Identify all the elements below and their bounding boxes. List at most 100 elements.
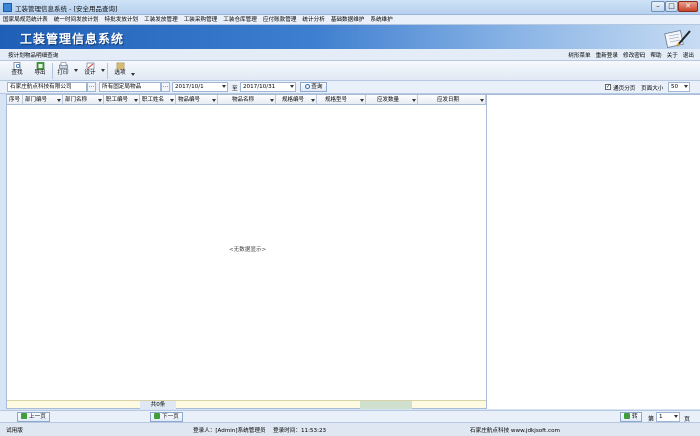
menu-item-special-plan[interactable]: 特批发放计划 — [102, 15, 142, 25]
menu-item-payables-mgmt[interactable]: 应付账款管理 — [260, 15, 300, 25]
filter-dropdown-icon[interactable] — [360, 99, 364, 102]
link-change-password[interactable]: 修改密码 — [623, 53, 645, 59]
menu-item-issue-mgmt[interactable]: 工装发放管理 — [141, 15, 181, 25]
col-header-spec-model[interactable]: 规格型号 — [317, 95, 366, 105]
paging-label: 通页分页 — [613, 86, 636, 92]
go-icon — [624, 413, 630, 419]
next-page-button[interactable]: 下一页 — [150, 412, 183, 422]
menu-item-system[interactable]: 系统维护 — [367, 15, 395, 25]
total-count: 共0条 — [140, 401, 176, 409]
status-login-time: 登录时间：11:53:23 — [273, 428, 327, 434]
col-header-emp-code[interactable]: 职工编号 — [104, 95, 140, 105]
page-size-select[interactable]: 50 — [668, 82, 690, 92]
page-size-dropdown-icon[interactable] — [684, 85, 688, 88]
filter-dropdown-icon[interactable] — [212, 99, 216, 102]
filter-dropdown-icon[interactable] — [170, 99, 174, 102]
printer-icon — [58, 62, 68, 69]
filter-dropdown-icon[interactable] — [57, 99, 61, 102]
page-title: 按计划物品明细查询 — [8, 53, 59, 59]
col-header-qty[interactable]: 应发数量 — [366, 95, 418, 105]
filter-dropdown-icon[interactable] — [412, 99, 416, 102]
options-icon — [116, 62, 124, 70]
link-help[interactable]: 帮助 — [650, 53, 661, 59]
find-button[interactable]: 查找 — [10, 62, 24, 80]
status-edition: 试用版 — [6, 428, 23, 434]
maximize-button[interactable]: □ — [665, 1, 678, 12]
items-field[interactable]: 所有固定局物品 — [99, 82, 161, 92]
window-title-bar: 工装管理信息系统 - [安全用品查询] – □ ✕ — [0, 0, 700, 15]
col-header-dept-name[interactable]: 部门名称 — [63, 95, 104, 105]
link-relogin[interactable]: 重新登录 — [596, 53, 618, 59]
summary-cell — [360, 401, 412, 409]
toolbar-divider — [107, 63, 108, 79]
filter-dropdown-icon[interactable] — [311, 99, 315, 102]
filter-dropdown-icon[interactable] — [98, 99, 102, 102]
design-icon — [86, 62, 94, 70]
export-icon — [36, 62, 44, 70]
link-about[interactable]: 关于 — [667, 53, 678, 59]
col-header-seq[interactable]: 序号 — [7, 95, 23, 105]
paging-checkbox[interactable]: ✓ — [605, 84, 611, 90]
prev-page-button[interactable]: 上一页 — [17, 412, 50, 422]
company-picker-button[interactable]: … — [87, 82, 96, 92]
window-title: 工装管理信息系统 - [安全用品查询] — [15, 5, 118, 13]
design-dropdown-icon[interactable] — [101, 69, 105, 72]
date-to-dropdown-icon[interactable] — [290, 85, 294, 88]
date-to-label: 至 — [232, 86, 238, 92]
col-header-item-name[interactable]: 物品名称 — [218, 95, 276, 105]
empty-placeholder: <无数据显示> — [229, 247, 267, 253]
menu-bar: 国家局规范统计表 统一时间发放计划 特批发放计划 工装发放管理 工装采购管理 工装仓库管理… — [0, 15, 700, 25]
page-number-input[interactable]: 1 — [656, 412, 680, 422]
date-from-field[interactable]: 2017/10/1 — [172, 82, 228, 92]
menu-item-national-report[interactable]: 国家局规范统计表 — [0, 15, 51, 25]
filter-dropdown-icon[interactable] — [134, 99, 138, 102]
summary-row: 共0条 — [7, 400, 486, 409]
filter-bar: 石家庄航点科技有限公司 … 所有固定局物品 … 2017/10/1 至 2017… — [0, 81, 700, 94]
options-dropdown-icon[interactable] — [131, 73, 135, 76]
search-icon — [304, 84, 310, 89]
results-grid: 序号 部门编号 部门名称 职工编号 职工姓名 物品编号 物品名称 规格编号 规格… — [6, 94, 487, 409]
col-header-item-code[interactable]: 物品编号 — [176, 95, 218, 105]
grid-header: 序号 部门编号 部门名称 职工编号 职工姓名 物品编号 物品名称 规格编号 规格… — [7, 95, 486, 105]
minimize-button[interactable]: – — [651, 1, 665, 12]
page-number-spin-icon[interactable] — [674, 415, 678, 418]
link-tree-menu[interactable]: 树形菜单 — [568, 53, 590, 59]
status-vendor: 石家庄航点科技 www.jdkjsoft.com — [470, 428, 560, 434]
filter-dropdown-icon[interactable] — [480, 99, 484, 102]
items-picker-button[interactable]: … — [161, 82, 170, 92]
date-from-dropdown-icon[interactable] — [222, 85, 226, 88]
menu-item-purchase-mgmt[interactable]: 工装采购管理 — [181, 15, 221, 25]
col-header-spec-code[interactable]: 规格编号 — [276, 95, 317, 105]
export-button[interactable]: 导出 — [33, 62, 47, 80]
pagination-bar: 上一页 下一页 转 第 1 页 — [0, 410, 700, 423]
col-header-emp-name[interactable]: 职工姓名 — [140, 95, 176, 105]
close-button[interactable]: ✕ — [678, 1, 698, 12]
app-banner: 工装管理信息系统 — [0, 25, 700, 49]
design-button[interactable]: 设计 — [83, 62, 97, 80]
options-button[interactable]: 选项 — [113, 62, 127, 80]
filter-dropdown-icon[interactable] — [270, 99, 274, 102]
page-size-label: 页面大小 — [641, 86, 664, 92]
print-dropdown-icon[interactable] — [74, 69, 78, 72]
query-button[interactable]: 查询 — [300, 82, 327, 92]
menu-item-basic-data[interactable]: 基础数据维护 — [328, 15, 368, 25]
banner-title: 工装管理信息系统 — [20, 32, 125, 46]
status-bar: 试用版 登录人：[Admin]系统管理员 登录时间：11:53:23 石家庄航点… — [0, 422, 700, 436]
sub-navigation: 按计划物品明细查询 树形菜单 重新登录 修改密码 帮助 关于 退出 — [0, 49, 700, 61]
find-icon — [13, 62, 20, 70]
col-header-date[interactable]: 应发日期 — [418, 95, 486, 105]
document-pen-icon — [664, 30, 691, 48]
col-header-dept-code[interactable]: 部门编号 — [23, 95, 63, 105]
arrow-right-icon — [154, 413, 160, 419]
menu-item-statistics[interactable]: 统计分析 — [299, 15, 327, 25]
toolbar-divider — [52, 63, 53, 79]
menu-item-warehouse-mgmt[interactable]: 工装仓库管理 — [220, 15, 260, 25]
arrow-left-icon — [21, 413, 27, 419]
menu-item-unified-plan[interactable]: 统一时间发放计划 — [51, 15, 102, 25]
blank-pane — [487, 94, 700, 409]
print-button[interactable]: 打印 — [56, 62, 70, 80]
go-button[interactable]: 转 — [620, 412, 642, 422]
link-exit[interactable]: 退出 — [683, 53, 694, 59]
company-field[interactable]: 石家庄航点科技有限公司 — [7, 82, 87, 92]
date-to-field[interactable]: 2017/10/31 — [240, 82, 296, 92]
